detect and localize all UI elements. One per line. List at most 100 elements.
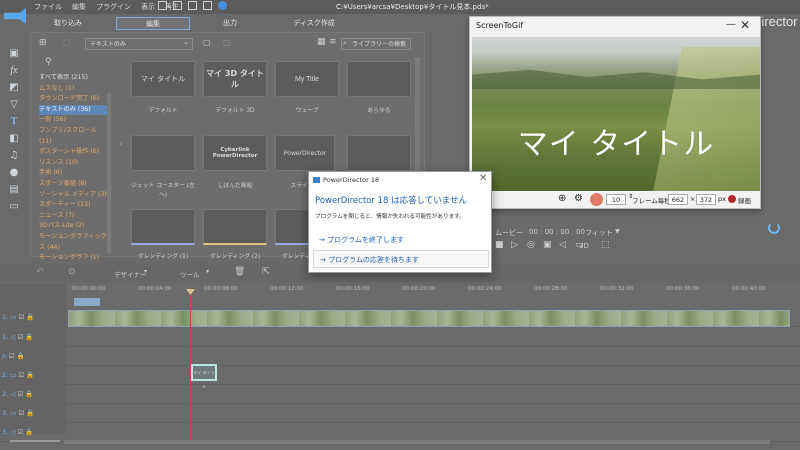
fx-room-icon[interactable]: fx [8, 65, 20, 76]
chevron-down-icon[interactable]: ▾ [206, 268, 209, 275]
title-template-thumb[interactable]: My Title [275, 61, 339, 97]
height-input[interactable]: 372 [696, 194, 716, 205]
title-template-thumb[interactable]: マイ 3D タイトル [203, 61, 267, 97]
close-icon[interactable]: ✕ [740, 18, 750, 32]
export-icon[interactable]: ⇱ [262, 267, 270, 277]
library-search-input[interactable]: ライブラリーの検索 [341, 38, 411, 50]
category-item[interactable]: スポーツ番組 (8) [39, 179, 111, 190]
width-input[interactable]: 662 [668, 194, 688, 205]
fps-input[interactable]: 10 [606, 194, 626, 205]
category-item[interactable]: ソーシャル メディア (3) [39, 190, 111, 201]
volume-icon[interactable]: ◁ [559, 240, 566, 250]
category-item[interactable]: ニュース (7) [39, 211, 111, 222]
category-item[interactable]: フンブリ/スクロール (11) [39, 126, 111, 147]
menu-file[interactable]: ファイル [34, 2, 62, 12]
chevron-down-icon[interactable]: ▾ [144, 268, 147, 275]
play-icon[interactable]: ▷ [511, 240, 518, 250]
minimize-icon[interactable]: — [726, 19, 736, 30]
wait-program-option[interactable]: → プログラムの応答を待ちます [313, 250, 489, 268]
title-template-thumb[interactable] [203, 209, 267, 245]
lock-icon[interactable]: 🔒 [26, 313, 34, 321]
category-item[interactable]: 手術 (6) [39, 168, 111, 179]
external-view-icon[interactable]: ⬚ [601, 240, 610, 250]
lock-icon[interactable]: 🔒 [25, 333, 33, 341]
record-icon[interactable] [728, 195, 736, 203]
category-item[interactable]: ダウンロード完了 (6) [39, 94, 111, 105]
undo-icon[interactable] [173, 1, 182, 10]
category-item[interactable]: すべて表示 (215) [39, 73, 111, 84]
track-enable-checkbox[interactable]: ☑ [19, 409, 25, 417]
category-item[interactable]: スポーティー (13) [39, 200, 111, 211]
category-dropdown[interactable]: テキストのみ [85, 38, 193, 50]
timeline-zoom-slider[interactable] [10, 440, 60, 442]
tool-menu[interactable]: ツール [180, 269, 200, 279]
lock-icon[interactable]: 🔒 [26, 371, 34, 379]
grid-view-icon[interactable]: ▦ [317, 37, 326, 47]
tab-import[interactable]: 取り込み [40, 17, 96, 30]
import-icon[interactable]: ⊞ [39, 38, 47, 48]
track-enable-checkbox[interactable]: ☑ [19, 313, 25, 321]
undock-icon[interactable]: ▣ [543, 240, 552, 250]
close-program-option[interactable]: → プログラムを終了します [313, 231, 489, 249]
chevron-down-icon[interactable]: ▼ [615, 228, 620, 235]
settings-circle-icon[interactable]: ⊙ [68, 267, 76, 277]
preview-mode[interactable]: ムービー [495, 228, 523, 238]
lock-icon[interactable]: 🔒 [25, 390, 33, 398]
title-template-thumb[interactable] [347, 135, 411, 171]
tag-icon[interactable]: ⚲ [45, 57, 52, 67]
title-template-thumb[interactable] [347, 61, 411, 97]
timeline-ruler[interactable]: 00:00:00:00 00:00:04:00 00:00:08:00 00:0… [66, 284, 800, 296]
redo-icon[interactable] [188, 1, 197, 10]
tab-output[interactable]: 出力 [202, 17, 258, 30]
designer-menu[interactable]: デザイナー [114, 269, 146, 279]
track-enable-checkbox[interactable]: ☑ [17, 428, 23, 436]
close-icon[interactable]: ✕ [479, 173, 487, 184]
title-room-icon[interactable]: T [8, 116, 20, 127]
trash-icon[interactable]: 🗑 [234, 267, 245, 277]
crosshair-icon[interactable]: ⊕ [558, 193, 566, 204]
new-title-icon[interactable]: ▢ [203, 38, 211, 47]
category-item[interactable]: ムスなし (1) [39, 84, 111, 95]
title-template-thumb[interactable]: PowerDirector [275, 135, 335, 171]
category-item[interactable]: 3Dパス-Lite (2) [39, 221, 111, 232]
track-enable-checkbox[interactable]: ☑ [9, 352, 15, 360]
category-item[interactable]: テキストのみ (36) [39, 104, 111, 116]
media-room-icon[interactable]: ▣ [8, 48, 20, 59]
title-template-thumb[interactable]: Cyberlink PowerDirector [203, 135, 267, 171]
track-enable-checkbox[interactable]: ☑ [17, 333, 23, 341]
category-item[interactable]: モーショングラフィックス (44) [39, 232, 111, 253]
video-clip[interactable] [68, 310, 790, 327]
category-item[interactable]: 一般 (56) [39, 115, 111, 126]
menu-edit[interactable]: 編集 [72, 2, 86, 12]
save-icon[interactable] [158, 1, 167, 10]
chevron-down-icon[interactable]: ⌄ [183, 38, 189, 46]
playhead[interactable] [190, 292, 191, 442]
settings-icon[interactable] [203, 1, 212, 10]
category-scrollbar[interactable] [107, 93, 111, 253]
voiceover-room-icon[interactable]: ● [8, 167, 20, 178]
menu-view[interactable]: 表示 [141, 2, 155, 12]
menu-plugin[interactable]: プラグイン [96, 2, 131, 12]
category-item[interactable]: リスンス (10) [39, 158, 111, 169]
pip-room-icon[interactable]: ◩ [8, 82, 20, 93]
zoom-fit-select[interactable]: フィット [585, 228, 613, 238]
track-enable-checkbox[interactable]: ☑ [19, 371, 25, 379]
timeline-scrollbar[interactable] [64, 440, 770, 444]
lock-icon[interactable]: 🔒 [25, 428, 33, 436]
lock-icon[interactable]: 🔒 [17, 352, 25, 360]
plugin-icon[interactable]: ◌ [63, 38, 71, 48]
title-template-thumb[interactable]: マイ タイトル [131, 61, 195, 97]
category-item[interactable]: モーショングラフ (1) [39, 253, 111, 264]
track-enable-checkbox[interactable]: ☑ [17, 390, 23, 398]
sort-icon[interactable]: ≡ [329, 37, 337, 47]
3d-toggle[interactable]: 3D [579, 242, 589, 250]
particle-room-icon[interactable]: ▽ [8, 99, 20, 110]
undo-edit-icon[interactable]: ↶ [36, 267, 44, 277]
snapshot-icon[interactable]: ◎ [527, 240, 535, 250]
lock-icon[interactable]: 🔒 [26, 409, 34, 417]
chapter-room-icon[interactable]: ▤ [8, 184, 20, 195]
category-item[interactable]: ポスターシャ操作 (6) [39, 147, 111, 158]
tab-disc[interactable]: ディスク作成 [284, 17, 344, 30]
in-out-marker[interactable] [74, 298, 100, 306]
transition-room-icon[interactable]: ◧ [8, 133, 20, 144]
